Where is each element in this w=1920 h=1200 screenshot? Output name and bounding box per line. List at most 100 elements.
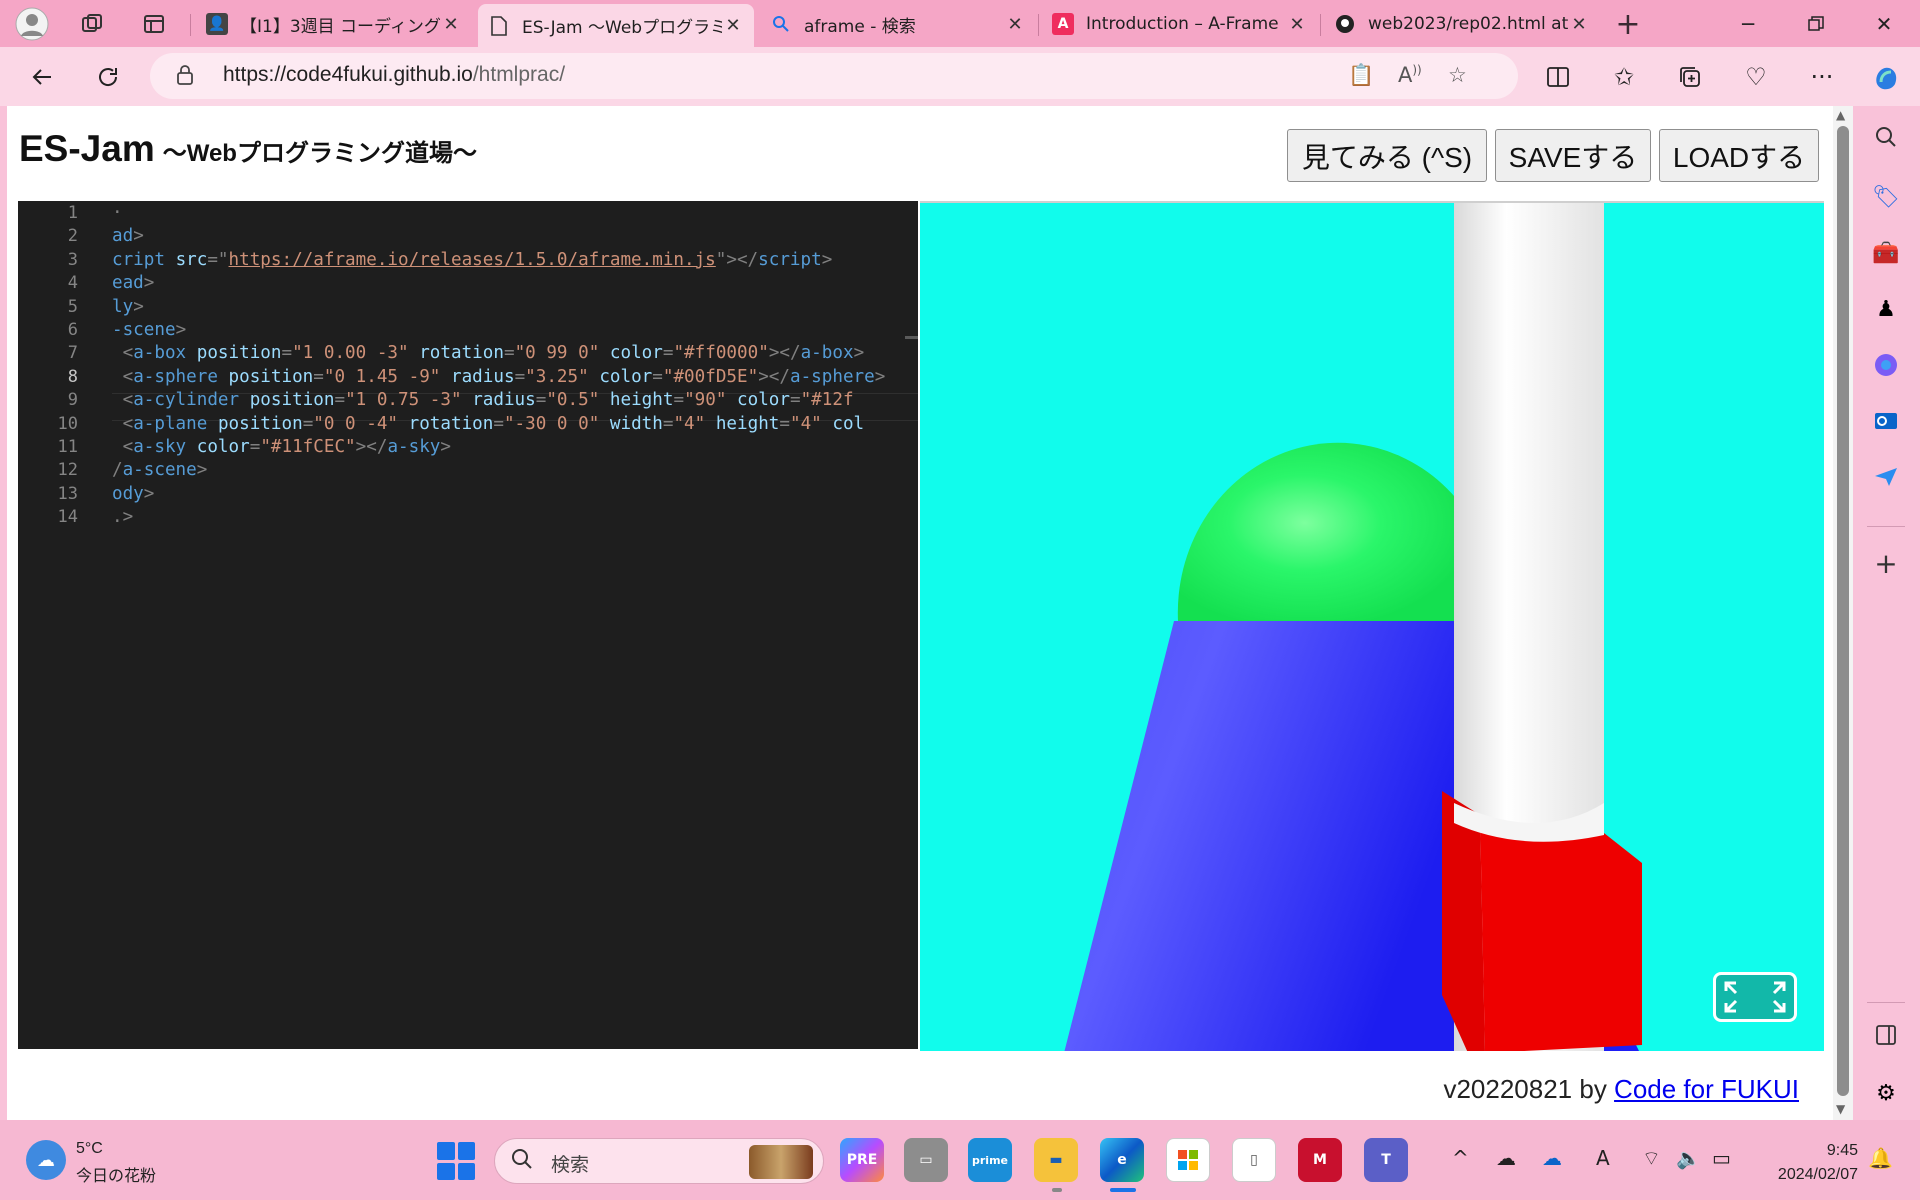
weather-icon[interactable]: ☁ (26, 1140, 66, 1180)
tab-aframe-search[interactable]: aframe - 検索 ✕ (760, 4, 1036, 44)
collections-icon[interactable] (1670, 57, 1710, 97)
fullscreen-button[interactable] (1713, 972, 1797, 1022)
tab-coding-class[interactable]: 👤 【I1】3週目 コーディング体験 ✕ (196, 4, 472, 44)
close-icon[interactable]: ✕ (1004, 14, 1026, 35)
code-for-fukui-link[interactable]: Code for FUKUI (1614, 1074, 1799, 1104)
profile-avatar-icon[interactable] (14, 6, 50, 42)
clock-time[interactable]: 9:45 (1827, 1142, 1858, 1160)
code-token: ly (112, 296, 134, 317)
split-screen-icon[interactable] (1538, 57, 1578, 97)
mcafee-icon[interactable]: M (1298, 1138, 1342, 1182)
line-number: 6 (67, 320, 78, 340)
load-button[interactable]: LOADする (1659, 129, 1819, 182)
microsoft-365-icon[interactable] (1869, 348, 1903, 382)
battery-icon[interactable]: ▭ (1712, 1146, 1731, 1170)
settings-gear-icon[interactable]: ⚙ (1869, 1076, 1903, 1110)
code-line[interactable]: <a-cylinder position="1 0.75 -3" radius=… (112, 390, 854, 410)
close-window-icon[interactable]: ✕ (1850, 0, 1918, 47)
lock-icon[interactable] (176, 65, 194, 90)
back-icon[interactable] (22, 57, 62, 97)
code-line[interactable]: · (112, 203, 123, 223)
microsoft-store-icon[interactable] (1166, 1138, 1210, 1182)
onedrive-blue-icon[interactable]: ☁ (1542, 1146, 1562, 1170)
code-line[interactable]: ly> (112, 297, 144, 317)
ime-icon[interactable]: A (1596, 1146, 1610, 1170)
code-line[interactable]: ead> (112, 273, 154, 293)
tools-icon[interactable]: 🧰 (1869, 236, 1903, 270)
start-button[interactable] (437, 1142, 475, 1180)
browser-essentials-icon[interactable]: ♡ (1736, 57, 1776, 97)
copilot-icon[interactable] (1866, 57, 1906, 97)
minimize-icon[interactable]: ─ (1714, 0, 1782, 47)
clock-date[interactable]: 2024/02/07 (1778, 1166, 1858, 1184)
code-line[interactable]: cript src="https://aframe.io/releases/1.… (112, 250, 832, 270)
code-line[interactable]: -scene> (112, 320, 186, 340)
github-icon (1334, 13, 1356, 35)
new-tab-icon[interactable]: + (1610, 6, 1646, 42)
scene-canvas[interactable] (920, 203, 1824, 1051)
restore-icon[interactable] (1782, 0, 1850, 47)
scroll-down-icon[interactable]: ▼ (1836, 1102, 1845, 1116)
code-token: a-box (133, 343, 187, 364)
outlook-icon[interactable] (1869, 404, 1903, 438)
code-line[interactable]: ody> (112, 484, 154, 504)
code-line[interactable]: <a-sky color="#11fCEC"></a-sky> (112, 437, 451, 457)
favorites-icon[interactable]: ✩ (1604, 57, 1644, 97)
code-token: ></ (758, 366, 790, 387)
scroll-up-icon[interactable]: ▲ (1836, 108, 1845, 122)
tab-actions-icon[interactable] (136, 6, 172, 42)
code-area[interactable]: · ad> cript src="https://aframe.io/release… (112, 201, 918, 1049)
close-icon[interactable]: ✕ (722, 15, 744, 36)
clipboard-icon[interactable]: 📋 (1348, 63, 1374, 88)
close-icon[interactable]: ✕ (1568, 14, 1590, 35)
notepad-icon[interactable]: ▯ (1232, 1138, 1276, 1182)
code-line[interactable]: <a-box position="1 0.00 -3" rotation="0 … (112, 343, 865, 364)
code-token[interactable]: https://aframe.io/releases/1.5.0/aframe.… (229, 250, 716, 270)
weather-temp[interactable]: 5°C (76, 1140, 103, 1158)
read-aloud-icon[interactable]: A)) (1398, 63, 1422, 87)
workspaces-icon[interactable] (74, 6, 110, 42)
copilot-app-icon[interactable]: PRE (840, 1138, 884, 1182)
taskbar-search[interactable]: 検索 (494, 1138, 824, 1184)
tab-title: web2023/rep02.html at (1368, 14, 1568, 34)
code-line[interactable]: .> (112, 507, 133, 527)
tab-github[interactable]: web2023/rep02.html at ✕ (1324, 4, 1600, 44)
teams-icon[interactable]: T (1364, 1138, 1408, 1182)
volume-icon[interactable]: 🔈 (1676, 1146, 1701, 1170)
address-bar[interactable]: https://code4fukui.github.io/htmlprac/ 📋… (150, 53, 1518, 99)
wifi-icon[interactable]: ⌔ (1642, 1146, 1661, 1171)
close-icon[interactable]: ✕ (1286, 14, 1308, 35)
search-icon[interactable] (1869, 120, 1903, 154)
page-scrollbar[interactable]: ▲ ▼ (1833, 106, 1853, 1120)
favorite-star-icon[interactable]: ☆ (1448, 63, 1467, 87)
code-line[interactable]: ad> (112, 226, 144, 246)
tray-chevron-icon[interactable]: ^ (1452, 1146, 1469, 1170)
code-line[interactable]: <a-plane position="0 0 -4" rotation="-30… (112, 414, 865, 434)
file-explorer-icon[interactable]: ▬ (1034, 1138, 1078, 1182)
refresh-icon[interactable] (88, 57, 128, 97)
code-token: > (143, 273, 155, 294)
code-editor[interactable]: 1 2 3 4 5 6 7 8 9 10 11 12 13 14 · ad> cript src="https… (18, 201, 918, 1049)
more-icon[interactable]: ··· (1802, 57, 1842, 97)
shopping-tag-icon[interactable]: 🏷 (1869, 180, 1903, 214)
url-text[interactable]: https://code4fukui.github.io/htmlprac/ (223, 63, 565, 87)
add-icon[interactable]: + (1869, 546, 1903, 580)
aframe-preview[interactable] (920, 201, 1824, 1051)
tab-es-jam[interactable]: ES-Jam 〜Webプログラミング道場〜 ✕ (478, 4, 754, 47)
prime-video-icon[interactable]: prime (968, 1138, 1012, 1182)
onedrive-icon[interactable]: ☁ (1496, 1146, 1516, 1170)
view-button[interactable]: 見てみる (^S) (1287, 129, 1487, 182)
edge-app-icon[interactable]: e (1100, 1138, 1144, 1182)
code-line[interactable]: /a-scene> (112, 460, 207, 480)
save-button[interactable]: SAVEする (1495, 129, 1651, 182)
games-icon[interactable]: ♟ (1869, 292, 1903, 326)
code-line[interactable]: <a-sphere position="0 1.45 -9" radius="3… (112, 366, 886, 387)
send-icon[interactable] (1869, 460, 1903, 494)
sidebar-toggle-icon[interactable] (1869, 1018, 1903, 1052)
weather-desc[interactable]: 今日の花粉 (76, 1162, 156, 1186)
close-icon[interactable]: ✕ (440, 14, 462, 35)
task-view-icon[interactable]: ▭ (904, 1138, 948, 1182)
tab-aframe-intro[interactable]: A Introduction – A-Frame ✕ (1042, 4, 1318, 44)
scroll-thumb[interactable] (1837, 126, 1849, 1096)
notification-bell-icon[interactable]: 🔔 (1868, 1146, 1893, 1170)
